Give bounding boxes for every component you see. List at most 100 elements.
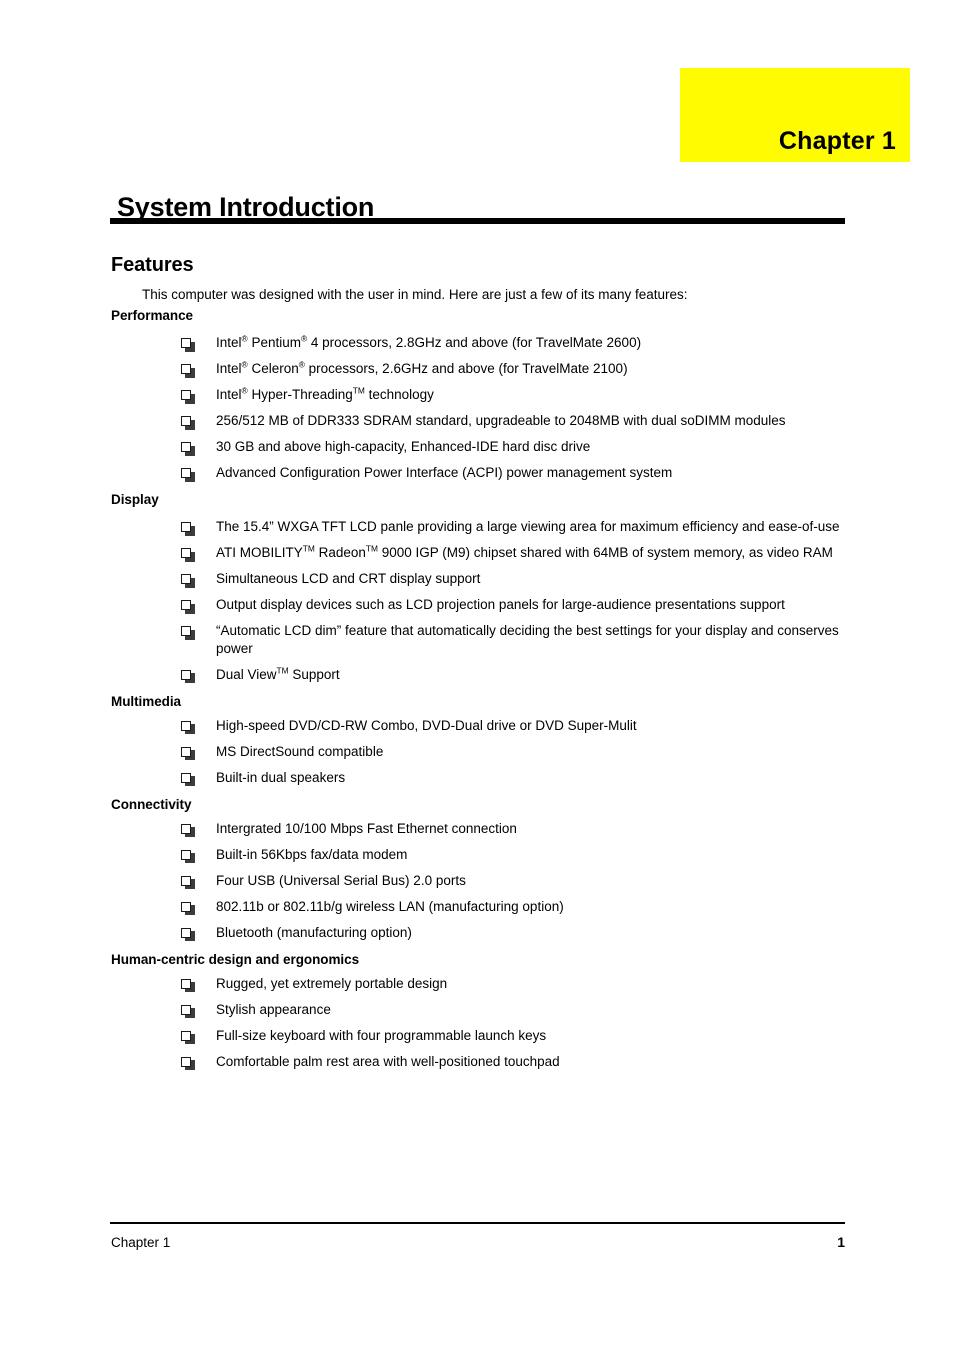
feature-group-heading: Human-centric design and ergonomics [111, 951, 360, 967]
chapter-tab: Chapter 1 [680, 68, 910, 162]
square-bullet-icon [181, 600, 195, 614]
list-item-label: 256/512 MB of DDR333 SDRAM standard, upg… [216, 413, 786, 428]
list-item-label: Full-size keyboard with four programmabl… [216, 1027, 547, 1043]
feature-group: Connectivity Intergrated 10/100 Mbps Fast… [0, 798, 954, 942]
feature-list: High-speed DVD/CD-RW Combo, DVD-Dual dri… [0, 717, 954, 787]
square-bullet-icon [181, 390, 195, 404]
feature-list: Intel® Pentium® 4 processors, 2.8GHz and… [0, 331, 954, 482]
list-item: Rugged, yet extremely portable design [0, 975, 954, 993]
square-bullet-icon [181, 927, 195, 942]
feature-list: Rugged, yet extremely portable design Sty… [0, 975, 954, 1071]
list-item-label: Output display devices such as LCD proje… [216, 597, 785, 612]
square-bullet-icon [181, 626, 195, 640]
list-item: Intergrated 10/100 Mbps Fast Ethernet co… [0, 820, 954, 838]
trademark-mark: TM [365, 543, 378, 554]
feature-list: The 15.4” WXGA TFT LCD panle providing a… [0, 515, 954, 684]
square-bullet-icon [181, 522, 195, 536]
square-bullet-icon [181, 823, 195, 838]
square-bullet-icon [181, 901, 195, 916]
section-heading-features: Features [111, 253, 194, 276]
footer-divider [110, 1222, 845, 1224]
list-item: 802.11b or 802.11b/g wireless LAN (manuf… [0, 898, 954, 916]
list-item-label: Bluetooth (manufacturing option) [216, 924, 412, 940]
list-item: Comfortable palm rest area with well-pos… [0, 1053, 954, 1071]
trademark-mark: TM [276, 665, 289, 676]
list-item-label: MS DirectSound compatible [216, 743, 384, 759]
square-bullet-icon [181, 1056, 195, 1071]
list-item-label: High-speed DVD/CD-RW Combo, DVD-Dual dri… [216, 717, 637, 733]
square-bullet-icon [181, 746, 195, 761]
feature-group-heading: Display [111, 492, 159, 507]
list-item-label: Built-in 56Kbps fax/data modem [216, 846, 408, 862]
square-bullet-icon [181, 574, 195, 588]
footer-chapter-label: Chapter 1 [111, 1235, 171, 1250]
feature-group: Display The 15.4” WXGA TFT LCD panle prov… [0, 493, 954, 684]
square-bullet-icon [181, 772, 195, 787]
list-item: Dual ViewTM Support [0, 666, 954, 684]
list-item: Output display devices such as LCD proje… [0, 596, 954, 614]
registered-mark: ® [300, 333, 308, 344]
list-item-label: Rugged, yet extremely portable design [216, 975, 448, 991]
square-bullet-icon [181, 669, 195, 684]
list-item: ATI MOBILITYTM RadeonTM 9000 IGP (M9) ch… [0, 544, 954, 562]
list-item: Stylish appearance [0, 1001, 954, 1019]
list-item: Full-size keyboard with four programmabl… [0, 1027, 954, 1045]
list-item: Intel® Celeron® processors, 2.6GHz and a… [0, 360, 954, 378]
features-content: Performance Intel® Pentium® 4 processors,… [0, 309, 954, 1079]
list-item: “Automatic LCD dim” feature that automat… [0, 622, 954, 658]
square-bullet-icon [181, 720, 195, 735]
list-item-label: Four USB (Universal Serial Bus) 2.0 port… [216, 872, 466, 888]
list-item: Intel® Pentium® 4 processors, 2.8GHz and… [0, 334, 954, 352]
square-bullet-icon [181, 1030, 195, 1045]
registered-mark: ® [298, 359, 305, 370]
chapter-tab-label: Chapter 1 [778, 127, 896, 155]
square-bullet-icon [181, 416, 195, 430]
list-item: Advanced Configuration Power Interface (… [0, 464, 954, 482]
list-item: Four USB (Universal Serial Bus) 2.0 port… [0, 872, 954, 890]
list-item: Intel® Hyper-ThreadingTM technology [0, 386, 954, 404]
list-item: The 15.4” WXGA TFT LCD panle providing a… [0, 518, 954, 536]
list-item: Built-in dual speakers [0, 769, 954, 787]
feature-group-heading: Connectivity [111, 796, 192, 812]
registered-mark: ® [241, 359, 248, 370]
square-bullet-icon [181, 849, 195, 864]
feature-group: Human-centric design and ergonomics Rugge… [0, 953, 954, 1071]
list-item: 256/512 MB of DDR333 SDRAM standard, upg… [0, 412, 954, 430]
feature-list: Intergrated 10/100 Mbps Fast Ethernet co… [0, 820, 954, 942]
list-item-label: Intel® Hyper-ThreadingTM technology [216, 385, 434, 402]
registered-mark: ® [241, 333, 248, 344]
feature-group: Performance Intel® Pentium® 4 processors,… [0, 309, 954, 482]
list-item-label: Intergrated 10/100 Mbps Fast Ethernet co… [216, 820, 517, 836]
list-item-label: 802.11b or 802.11b/g wireless LAN (manuf… [216, 898, 564, 914]
list-item: 30 GB and above high-capacity, Enhanced-… [0, 438, 954, 456]
footer-page-number: 1 [837, 1234, 845, 1250]
list-item-label: 30 GB and above high-capacity, Enhanced-… [216, 439, 591, 454]
trademark-mark: TM [302, 543, 315, 554]
registered-mark: ® [241, 385, 248, 396]
square-bullet-icon [181, 875, 195, 890]
square-bullet-icon [181, 364, 195, 378]
intro-paragraph: This computer was designed with the user… [142, 286, 688, 302]
list-item: Built-in 56Kbps fax/data modem [0, 846, 954, 864]
list-item-label: Dual ViewTM Support [216, 665, 340, 682]
list-item-label: Stylish appearance [216, 1001, 331, 1017]
square-bullet-icon [181, 1004, 195, 1019]
trademark-mark: TM [352, 385, 365, 396]
square-bullet-icon [181, 442, 195, 456]
square-bullet-icon [181, 548, 195, 562]
list-item-label: Simultaneous LCD and CRT display support [216, 571, 481, 586]
square-bullet-icon [181, 338, 195, 352]
list-item-label: Intel® Celeron® processors, 2.6GHz and a… [216, 359, 628, 376]
list-item: Bluetooth (manufacturing option) [0, 924, 954, 942]
list-item-label: Built-in dual speakers [216, 769, 346, 785]
list-item-label: Comfortable palm rest area with well-pos… [216, 1053, 560, 1069]
list-item-label: “Automatic LCD dim” feature that automat… [216, 623, 839, 656]
title-divider [110, 218, 845, 224]
list-item: Simultaneous LCD and CRT display support [0, 570, 954, 588]
square-bullet-icon [181, 468, 195, 482]
feature-group: Multimedia High-speed DVD/CD-RW Combo, DV… [0, 695, 954, 787]
document-page: Chapter 1 System Introduction Features T… [0, 0, 954, 1351]
list-item-label: Intel® Pentium® 4 processors, 2.8GHz and… [216, 333, 642, 350]
list-item: MS DirectSound compatible [0, 743, 954, 761]
list-item-label: The 15.4” WXGA TFT LCD panle providing a… [216, 519, 840, 534]
